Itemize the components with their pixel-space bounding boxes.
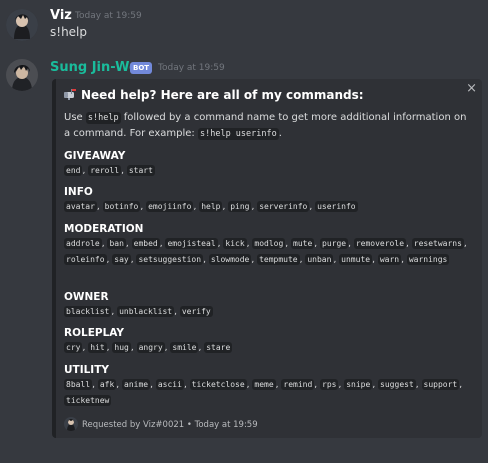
command-code: smile	[170, 342, 199, 353]
command-code: hit	[88, 342, 107, 353]
command-code: start	[126, 165, 155, 176]
embed-title: Need help? Here are all of my commands:	[64, 88, 364, 102]
command-code: botinfo	[102, 201, 141, 212]
command-code: unban	[305, 254, 334, 265]
embed-title-text: Need help? Here are all of my commands:	[81, 88, 364, 102]
command-code: ban	[107, 238, 126, 249]
category-commands: blacklist, unblacklist, verify	[64, 306, 213, 317]
command-code: embed	[131, 238, 160, 249]
embed-footer: Requested by Viz#0021 • Today at 19:59	[64, 417, 258, 431]
desc-text: .	[278, 128, 282, 139]
command-code: ascii	[155, 379, 184, 390]
command-code: anime	[122, 379, 151, 390]
command-code: serverinfo	[257, 201, 310, 212]
command-code: angry	[136, 342, 165, 353]
command-code: addrole	[64, 238, 102, 249]
message-content: s!help	[50, 25, 88, 39]
category-commands: cry, hit, hug, angry, smile, stare	[64, 342, 233, 353]
command-code: ping	[228, 201, 252, 212]
category-commands: avatar, botinfo, emojiinfo, help, ping, …	[64, 201, 358, 212]
category-commands: 8ball, afk, anime, ascii, ticketclose, m…	[64, 379, 463, 406]
inline-code: s!help	[85, 112, 121, 124]
command-code: ticketnew	[64, 395, 112, 406]
command-code: ticketclose	[189, 379, 247, 390]
command-code: reroll	[88, 165, 122, 176]
command-code: unmute	[339, 254, 373, 265]
command-code: help	[199, 201, 223, 212]
command-category: INFO avatar, botinfo, emojiinfo, help, pi…	[64, 185, 474, 215]
command-code: cry	[64, 342, 83, 353]
command-code: removerole	[353, 238, 407, 249]
command-code: modlog	[252, 238, 286, 249]
command-code: warn	[377, 254, 402, 265]
category-name: MODERATION	[64, 223, 144, 235]
command-code: meme	[252, 379, 276, 390]
desc-text: Use	[64, 112, 83, 123]
bot-tag: BOT	[130, 62, 153, 74]
command-code: kick	[223, 238, 247, 249]
command-category: UTILITY 8ball, afk, anime, ascii, ticketc…	[64, 363, 474, 409]
command-category: ROLEPLAY cry, hit, hug, angry, smile, sta…	[64, 326, 474, 356]
command-code: 8ball	[64, 379, 93, 390]
category-name: ROLEPLAY	[64, 327, 124, 339]
help-embed: × Need help? Here are all of my commands…	[52, 79, 482, 438]
close-icon[interactable]: ×	[466, 81, 477, 96]
command-code: rps	[320, 379, 339, 390]
command-code: mute	[291, 238, 315, 249]
command-code: snipe	[344, 379, 373, 390]
bot-avatar[interactable]	[6, 59, 38, 91]
command-code: remind	[281, 379, 315, 390]
command-code: slowmode	[208, 254, 252, 265]
embed-description: Use s!help followed by a command name to…	[64, 110, 474, 142]
category-name: INFO	[64, 186, 93, 198]
command-code: roleinfo	[64, 254, 107, 265]
requester-avatar-icon	[64, 417, 78, 431]
command-code: end	[64, 165, 83, 176]
command-category: MODERATION addrole, ban, embed, emojistea…	[64, 222, 474, 268]
command-code: avatar	[64, 201, 97, 212]
category-commands: end, reroll, start	[64, 165, 155, 176]
category-name: UTILITY	[64, 364, 109, 376]
command-code: userinfo	[315, 201, 358, 212]
command-code: support	[421, 379, 460, 390]
inline-code: s!help userinfo	[197, 128, 279, 140]
message-timestamp: Today at 19:59	[158, 63, 225, 73]
user-avatar-viz[interactable]	[6, 9, 38, 41]
footer-text: Requested by Viz#0021 • Today at 19:59	[82, 420, 258, 430]
category-commands: addrole, ban, embed, emojisteal, kick, m…	[64, 238, 467, 265]
command-category: OWNER blacklist, unblacklist, verify	[64, 290, 474, 320]
category-name: GIVEAWAY	[64, 150, 126, 162]
command-code: suggest	[378, 379, 416, 390]
command-code: warnings	[406, 254, 450, 265]
command-code: setsuggestion	[136, 254, 204, 265]
command-code: hug	[112, 342, 131, 353]
message-timestamp: Today at 19:59	[75, 11, 142, 21]
command-code: afk	[97, 379, 117, 390]
author-name[interactable]: Viz	[50, 8, 72, 23]
command-code: purge	[320, 238, 349, 249]
command-code: blacklist	[64, 306, 112, 317]
command-code: tempmute	[257, 254, 300, 265]
command-code: emojiinfo	[146, 201, 194, 212]
command-code: unblacklist	[117, 306, 175, 317]
command-category: GIVEAWAY end, reroll, start	[64, 149, 474, 179]
command-code: say	[112, 254, 131, 265]
command-code: stare	[204, 342, 233, 353]
command-code: resetwarns	[411, 238, 464, 249]
command-code: verify	[179, 306, 213, 317]
mailbox-icon	[64, 89, 76, 100]
command-code: emojisteal	[165, 238, 218, 249]
category-name: OWNER	[64, 291, 109, 303]
